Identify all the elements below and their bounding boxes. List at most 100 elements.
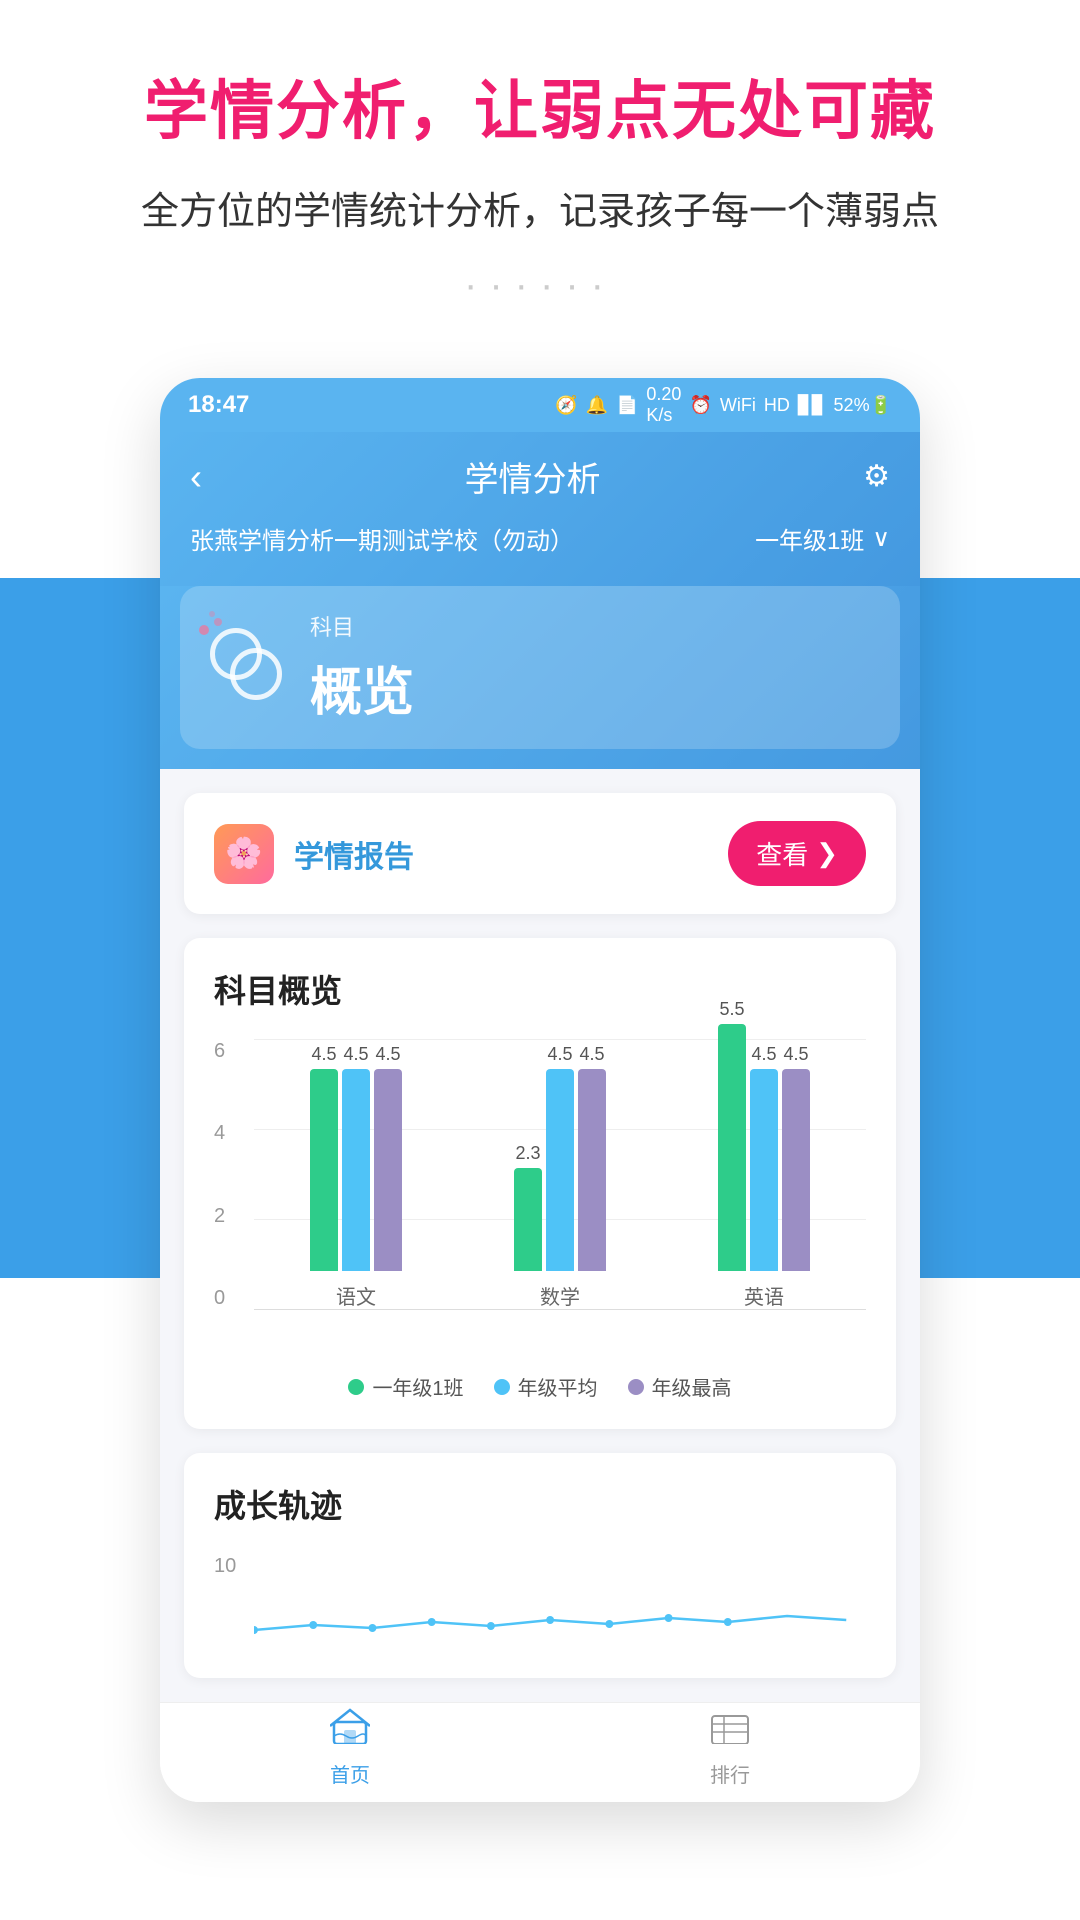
home-icon bbox=[330, 1708, 370, 1753]
growth-title: 成长轨迹 bbox=[214, 1481, 866, 1527]
bar-yuwen-purple-label: 4.5 bbox=[375, 1044, 400, 1065]
bar-group-yuwen: 4.5 4.5 4.5 bbox=[310, 1044, 402, 1310]
chart-bars: 4.5 4.5 4.5 bbox=[254, 1040, 866, 1310]
bar-yuwen-blue-wrap: 4.5 bbox=[342, 1044, 370, 1271]
legend-item-2: 年级平均 bbox=[494, 1372, 598, 1401]
legend-dot-1 bbox=[348, 1379, 364, 1395]
bar-yingyu-purple bbox=[782, 1069, 810, 1271]
class-name: 一年级1班 bbox=[755, 521, 864, 556]
gear-icon[interactable]: ⚙ bbox=[863, 459, 890, 494]
bar-yuwen-blue-label: 4.5 bbox=[343, 1044, 368, 1065]
bar-yingyu-purple-label: 4.5 bbox=[783, 1044, 808, 1065]
bar-group-bars-yuwen: 4.5 4.5 4.5 bbox=[310, 1044, 402, 1271]
subject-text-group: 科目 概览 bbox=[310, 610, 414, 725]
view-btn-label: 查看 bbox=[756, 835, 808, 872]
legend-dot-2 bbox=[494, 1379, 510, 1395]
subject-main-text: 概览 bbox=[310, 650, 414, 725]
header-title: 学情分析 bbox=[465, 452, 601, 501]
bar-shuxue-green-label: 2.3 bbox=[515, 1143, 540, 1164]
subject-card[interactable]: 科目 概览 bbox=[180, 586, 900, 749]
bar-yingyu-green-label: 5.5 bbox=[719, 999, 744, 1020]
bar-yingyu-blue bbox=[750, 1069, 778, 1271]
phone-container: 18:47 🧭 🔔 📄 0.20K/s ⏰ WiFi HD ▊▊ 52%🔋 ‹ … bbox=[160, 378, 920, 1802]
class-selector[interactable]: 一年级1班 ∨ bbox=[755, 521, 890, 556]
header: ‹ 学情分析 ⚙ 张燕学情分析一期测试学校（勿动） 一年级1班 ∨ bbox=[160, 432, 920, 586]
y-axis: 0 2 4 6 bbox=[214, 1040, 225, 1310]
bar-yingyu-blue-label: 4.5 bbox=[751, 1044, 776, 1065]
chart-section: 科目概览 0 2 4 6 bbox=[184, 938, 896, 1429]
status-icon-alarm: ⏰ bbox=[689, 395, 711, 416]
chevron-down-icon: ∨ bbox=[872, 524, 890, 553]
bar-shuxue-blue bbox=[546, 1069, 574, 1271]
report-left: 🌸 学情报告 bbox=[214, 824, 414, 884]
report-label: 学情报告 bbox=[294, 832, 414, 876]
bar-shuxue-xlabel: 数学 bbox=[540, 1281, 580, 1310]
y-label-4: 4 bbox=[214, 1122, 225, 1145]
nav-item-rank[interactable]: 排行 bbox=[710, 1708, 750, 1788]
bar-shuxue-green bbox=[514, 1168, 542, 1271]
bar-shuxue-purple bbox=[578, 1069, 606, 1271]
status-speed: 0.20K/s bbox=[646, 384, 681, 426]
legend-label-3: 年级最高 bbox=[652, 1372, 732, 1401]
growth-chart-preview bbox=[214, 1590, 866, 1650]
legend-item-3: 年级最高 bbox=[628, 1372, 732, 1401]
bar-yuwen-green-wrap: 4.5 bbox=[310, 1044, 338, 1271]
back-button[interactable]: ‹ bbox=[190, 456, 202, 498]
bar-yuwen-purple bbox=[374, 1069, 402, 1271]
bar-yuwen-purple-wrap: 4.5 bbox=[374, 1044, 402, 1271]
main-content: 🌸 学情报告 查看 ❯ 科目概览 0 2 4 bbox=[160, 769, 920, 1702]
nav-item-home[interactable]: 首页 bbox=[330, 1708, 370, 1788]
school-row: 张燕学情分析一期测试学校（勿动） 一年级1班 ∨ bbox=[190, 521, 890, 556]
growth-y-max: 10 bbox=[214, 1555, 236, 1578]
bar-group-bars-shuxue: 2.3 4.5 4.5 bbox=[514, 1044, 606, 1271]
subject-label-top: 科目 bbox=[310, 610, 414, 642]
growth-section: 成长轨迹 10 bbox=[184, 1453, 896, 1678]
bar-shuxue-purple-wrap: 4.5 bbox=[578, 1044, 606, 1271]
school-name: 张燕学情分析一期测试学校（勿动） bbox=[190, 521, 574, 556]
legend-item-1: 一年级1班 bbox=[348, 1372, 463, 1401]
legend-label-2: 年级平均 bbox=[518, 1372, 598, 1401]
report-card: 🌸 学情报告 查看 ❯ bbox=[184, 793, 896, 914]
bar-yingyu-xlabel: 英语 bbox=[744, 1281, 784, 1310]
bar-yingyu-blue-wrap: 4.5 bbox=[750, 1044, 778, 1271]
nav-rank-label: 排行 bbox=[710, 1759, 750, 1788]
bar-yuwen-blue bbox=[342, 1069, 370, 1271]
phone-frame: 18:47 🧭 🔔 📄 0.20K/s ⏰ WiFi HD ▊▊ 52%🔋 ‹ … bbox=[160, 378, 920, 1802]
status-icon-hd: HD bbox=[764, 395, 790, 416]
nav-home-label: 首页 bbox=[330, 1759, 370, 1788]
status-icon-nav: 🧭 bbox=[555, 395, 577, 416]
status-time: 18:47 bbox=[188, 391, 249, 419]
bar-yuwen-green-label: 4.5 bbox=[311, 1044, 336, 1065]
bar-shuxue-green-wrap: 2.3 bbox=[514, 1143, 542, 1271]
legend-label-1: 一年级1班 bbox=[372, 1372, 463, 1401]
chart-legend: 一年级1班 年级平均 年级最高 bbox=[214, 1372, 866, 1401]
report-icon: 🌸 bbox=[214, 824, 274, 884]
main-title: 学情分析，让弱点无处可藏 bbox=[60, 60, 1020, 152]
chain-icon bbox=[210, 628, 290, 708]
status-icon-file: 📄 bbox=[616, 395, 638, 416]
view-btn-icon: ❯ bbox=[816, 838, 838, 869]
status-icon-signal: ▊▊ bbox=[798, 395, 826, 416]
bar-yuwen-green bbox=[310, 1069, 338, 1271]
status-icon-wifi: WiFi bbox=[720, 395, 756, 416]
bar-yingyu-green bbox=[718, 1024, 746, 1271]
bar-shuxue-blue-wrap: 4.5 bbox=[546, 1044, 574, 1271]
status-battery: 52%🔋 bbox=[834, 395, 892, 416]
status-bar: 18:47 🧭 🔔 📄 0.20K/s ⏰ WiFi HD ▊▊ 52%🔋 bbox=[160, 378, 920, 432]
view-button[interactable]: 查看 ❯ bbox=[728, 821, 866, 886]
chart-area: 0 2 4 6 bbox=[214, 1040, 866, 1360]
dots-decoration: ······ bbox=[60, 263, 1020, 308]
top-section: 学情分析，让弱点无处可藏 全方位的学情统计分析，记录孩子每一个薄弱点 ·····… bbox=[0, 0, 1080, 378]
bar-yingyu-green-wrap: 5.5 bbox=[718, 999, 746, 1271]
growth-y-row: 10 bbox=[214, 1555, 866, 1578]
y-label-6: 6 bbox=[214, 1040, 225, 1063]
y-label-0: 0 bbox=[214, 1287, 225, 1310]
header-nav: ‹ 学情分析 ⚙ bbox=[190, 452, 890, 501]
status-icons: 🧭 🔔 📄 0.20K/s ⏰ WiFi HD ▊▊ 52%🔋 bbox=[555, 384, 892, 426]
rank-icon bbox=[710, 1708, 750, 1753]
y-label-2: 2 bbox=[214, 1205, 225, 1228]
subject-tabs: 科目 概览 bbox=[160, 586, 920, 769]
bar-group-yingyu: 5.5 4.5 4.5 bbox=[718, 999, 810, 1310]
bar-group-bars-yingyu: 5.5 4.5 4.5 bbox=[718, 999, 810, 1271]
sub-title: 全方位的学情统计分析，记录孩子每一个薄弱点 bbox=[60, 180, 1020, 235]
